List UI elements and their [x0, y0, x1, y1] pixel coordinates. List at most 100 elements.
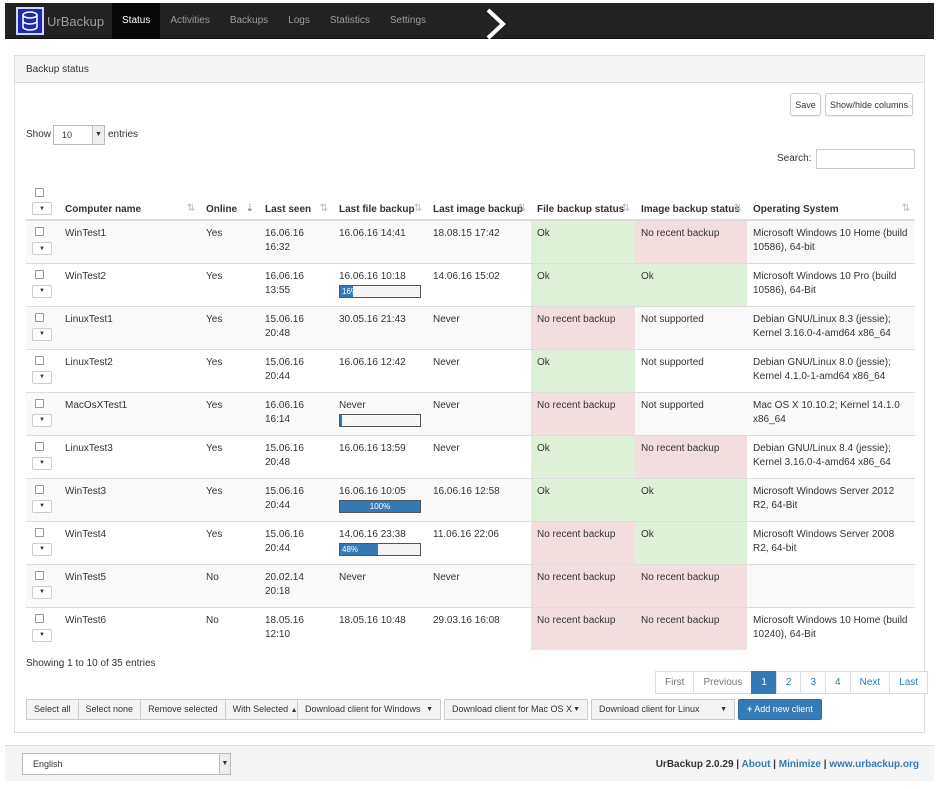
- clients-table: ▼ Computer name ⇅ Online ⇣ Last seen ⇅ Last…: [26, 182, 915, 650]
- table-row[interactable]: ▼ WinTest5 No 20.02.14 20:18 Never Never No re…: [26, 563, 915, 607]
- nav-backups[interactable]: Backups: [220, 3, 278, 39]
- last-seen: 18.05.16 12:10: [259, 606, 333, 650]
- brand[interactable]: UrBackup: [16, 7, 104, 35]
- select-all-button[interactable]: Select all: [26, 699, 79, 720]
- row-actions-dropdown[interactable]: ▼: [32, 585, 52, 599]
- save-button[interactable]: Save: [790, 93, 821, 116]
- with-selected-dropdown[interactable]: With Selected ▲: [224, 699, 306, 720]
- row-actions-dropdown[interactable]: ▼: [32, 284, 52, 298]
- select-all-checkbox[interactable]: [35, 188, 44, 197]
- image-backup-status: Ok: [635, 262, 747, 306]
- table-row[interactable]: ▼ LinuxTest1 Yes 15.06.16 20:48 30.05.16 21:…: [26, 305, 915, 349]
- page-2[interactable]: 2: [775, 671, 802, 694]
- backup-progress-bar: 48%: [339, 542, 421, 556]
- operating-system: Mac OS X 10.10.2; Kernel 14.1.0 x86_64: [747, 391, 915, 435]
- show-hide-columns-button[interactable]: Show/hide columns: [825, 93, 913, 116]
- computer-name: LinuxTest1: [59, 305, 200, 349]
- row-actions-dropdown[interactable]: ▼: [32, 242, 52, 255]
- pagination: First Previous 1 2 3 4 Next Last: [655, 671, 929, 694]
- last-file-backup-cell: 16.06.16 14:41: [333, 219, 427, 263]
- sort-icon: ⇅: [186, 203, 195, 214]
- row-actions-dropdown[interactable]: ▼: [32, 413, 52, 427]
- last-file-backup-cell: 30.05.16 21:43: [333, 305, 427, 349]
- nav-status[interactable]: Status: [112, 3, 161, 39]
- file-backup-status: Ok: [531, 219, 635, 263]
- row-checkbox[interactable]: [35, 484, 44, 494]
- row-checkbox[interactable]: [35, 398, 44, 408]
- entries-length-select[interactable]: 10 ▼: [53, 125, 105, 145]
- table-row[interactable]: ▼ LinuxTest2 Yes 15.06.16 20:44 16.06.16 12:…: [26, 348, 915, 392]
- row-checkbox[interactable]: [35, 441, 44, 451]
- remove-selected-button[interactable]: Remove selected: [140, 699, 226, 720]
- col-last-seen[interactable]: Last seen ⇅: [259, 182, 333, 221]
- row-checkbox[interactable]: [35, 355, 44, 365]
- row-checkbox[interactable]: [35, 570, 44, 580]
- image-backup-status: No recent backup: [635, 563, 747, 607]
- col-file-backup-status[interactable]: File backup status ⇅: [531, 182, 635, 221]
- navbar: UrBackup Status Activities Backups Logs …: [5, 3, 934, 40]
- table-row[interactable]: ▼ WinTest4 Yes 15.06.16 20:44 14.06.16 23:38…: [26, 520, 915, 564]
- footer-links: UrBackup 2.0.29 | About | Minimize | www…: [655, 759, 919, 770]
- table-row[interactable]: ▼ WinTest2 Yes 16.06.16 13:55 16.06.16 10:18…: [26, 262, 915, 306]
- page-next[interactable]: Next: [849, 671, 891, 694]
- sort-icon: ⇅: [517, 203, 526, 214]
- col-operating-system[interactable]: Operating System ⇅: [747, 182, 915, 221]
- row-actions-dropdown[interactable]: ▼: [32, 628, 52, 642]
- row-checkbox[interactable]: [35, 269, 44, 279]
- nav-settings[interactable]: Settings: [380, 3, 436, 39]
- col-computer-name[interactable]: Computer name ⇅: [59, 182, 200, 221]
- last-file-backup: 16.06.16 10:05: [339, 485, 406, 497]
- page-last[interactable]: Last: [889, 671, 929, 694]
- chevron-down-icon: ▼: [92, 126, 104, 144]
- col-image-backup-status[interactable]: Image backup status ⇅: [635, 182, 747, 221]
- col-last-image-backup[interactable]: Last image backup ⇅: [427, 182, 531, 221]
- page-3[interactable]: 3: [800, 671, 827, 694]
- row-checkbox[interactable]: [35, 312, 44, 322]
- download-linux-dropdown[interactable]: Download client for Linux ▼: [591, 699, 735, 720]
- computer-name: WinTest5: [59, 563, 200, 607]
- brand-name: UrBackup: [47, 13, 105, 29]
- row-actions-dropdown[interactable]: ▼: [32, 456, 52, 470]
- table-row[interactable]: ▼ MacOsXTest1 Yes 16.06.16 16:14 Never 0% Neve…: [26, 391, 915, 435]
- row-checkbox[interactable]: [35, 527, 44, 537]
- caret-down-icon: ▼: [573, 706, 580, 713]
- download-mac-dropdown[interactable]: Download client for Mac OS X ▼: [444, 699, 588, 720]
- table-row[interactable]: ▼ WinTest6 No 18.05.16 12:10 18.05.16 10:48 2…: [26, 606, 915, 650]
- last-file-backup-cell: 18.05.16 10:48: [333, 606, 427, 650]
- row-actions-dropdown[interactable]: ▼: [32, 542, 52, 556]
- nav-activities[interactable]: Activities: [160, 3, 219, 39]
- nav-statistics[interactable]: Statistics: [320, 3, 380, 39]
- website-link[interactable]: www.urbackup.org: [829, 759, 919, 770]
- page-4[interactable]: 4: [825, 671, 851, 694]
- last-file-backup-cell: 16.06.16 10:18 16%: [333, 262, 427, 306]
- language-select[interactable]: English ▼: [22, 753, 231, 775]
- image-backup-status: No recent backup: [635, 606, 747, 650]
- file-backup-status: No recent backup: [531, 563, 635, 607]
- file-backup-status: Ok: [531, 434, 635, 478]
- select-none-button[interactable]: Select none: [77, 699, 142, 720]
- minimize-link[interactable]: Minimize: [779, 759, 821, 770]
- download-windows-dropdown[interactable]: Download client for Windows ▼: [297, 699, 441, 720]
- col-online[interactable]: Online ⇣: [200, 182, 259, 221]
- last-file-backup: Never: [339, 399, 366, 411]
- page-previous[interactable]: Previous: [693, 671, 753, 694]
- table-row[interactable]: ▼ WinTest1 Yes 16.06.16 16:32 16.06.16 14:41…: [26, 219, 915, 263]
- row-actions-dropdown[interactable]: ▼: [32, 370, 52, 384]
- add-new-client-button[interactable]: + Add new client: [738, 699, 822, 720]
- row-actions-dropdown[interactable]: ▼: [32, 499, 52, 513]
- search-input[interactable]: [816, 149, 915, 169]
- col-last-file-backup[interactable]: Last file backup ⇅: [333, 182, 427, 221]
- operating-system: Debian GNU/Linux 8.3 (jessie); Kernel 3.…: [747, 305, 915, 349]
- table-row[interactable]: ▼ LinuxTest3 Yes 15.06.16 20:48 16.06.16 13:…: [26, 434, 915, 478]
- header-actions-dropdown[interactable]: ▼: [32, 202, 52, 215]
- operating-system: Debian GNU/Linux 8.0 (jessie); Kernel 4.…: [747, 348, 915, 392]
- row-checkbox[interactable]: [35, 613, 44, 623]
- row-checkbox[interactable]: [35, 227, 44, 236]
- nav-logs[interactable]: Logs: [278, 3, 320, 39]
- table-row[interactable]: ▼ WinTest3 Yes 15.06.16 20:44 16.06.16 10:05…: [26, 477, 915, 521]
- page-1[interactable]: 1: [751, 671, 777, 694]
- last-file-backup-cell: 16.06.16 12:42: [333, 348, 427, 392]
- page-first[interactable]: First: [655, 671, 695, 694]
- about-link[interactable]: About: [742, 759, 771, 770]
- row-actions-dropdown[interactable]: ▼: [32, 327, 52, 341]
